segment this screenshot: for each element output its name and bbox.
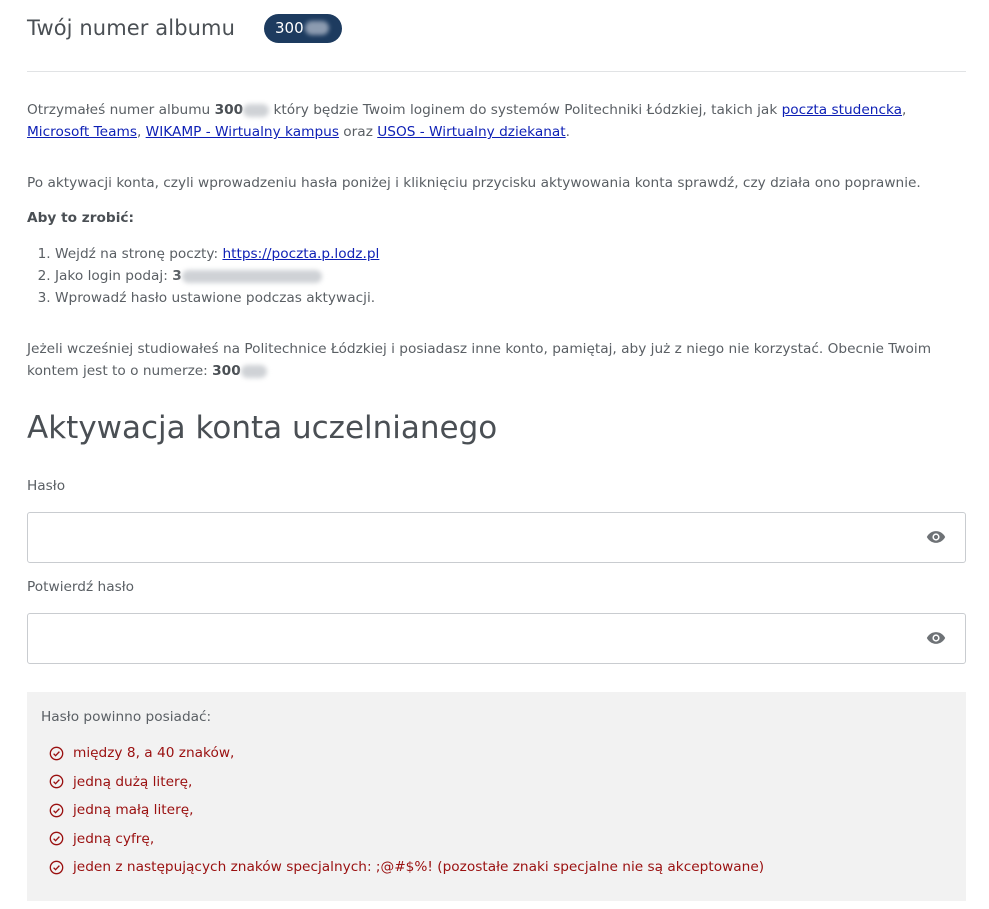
intro-text-2: który będzie Twoim loginem do systemów P… (269, 102, 782, 118)
intro-sep-3: oraz (338, 124, 378, 140)
eye-icon[interactable] (926, 529, 946, 545)
requirement-item: jedną dużą literę, (49, 768, 764, 797)
confirm-password-field-container (27, 613, 966, 664)
requirement-item: jedną cyfrę, (49, 825, 764, 854)
account-activation-page: Twój numer albumu 300 Otrzymałeś numer a… (0, 0, 989, 909)
step-2: Jako login podaj: 3 (55, 265, 379, 287)
check-circle-icon (49, 831, 64, 846)
check-circle-icon (49, 803, 64, 818)
step-3: Wprowadź hasło ustawione podczas aktywac… (55, 287, 379, 309)
check-info-paragraph: Po aktywacji konta, czyli wprowadzeniu h… (27, 175, 921, 191)
requirement-item: między 8, a 40 znaków, (49, 739, 764, 768)
requirement-text: jedną małą literę, (73, 802, 194, 819)
intro-sep-2: , (136, 124, 146, 140)
redacted-digits (304, 21, 329, 35)
check-circle-icon (49, 860, 64, 875)
steps-list: Wejdź na stronę poczty: https://poczta.p… (27, 243, 379, 309)
redacted-login (181, 269, 322, 283)
link-microsoft-teams[interactable]: Microsoft Teams (27, 124, 137, 140)
album-number-badge: 300 (264, 13, 342, 43)
redacted-digits (240, 364, 267, 378)
divider (27, 71, 966, 72)
previous-account-number: 300 (212, 363, 241, 379)
link-poczta-url[interactable]: https://poczta.p.lodz.pl (222, 246, 379, 262)
check-circle-icon (49, 774, 64, 789)
step-2-login: 3 (172, 268, 182, 284)
requirement-text: jeden z następujących znaków specjalnych… (73, 859, 765, 876)
redacted-digits (243, 103, 270, 117)
confirm-password-label: Potwierdź hasło (27, 579, 134, 595)
link-usos[interactable]: USOS - Wirtualny dziekanat (377, 124, 565, 140)
album-number-badge-text: 300 (275, 19, 304, 37)
activation-section-title: Aktywacja konta uczelnianego (27, 410, 498, 446)
password-input[interactable] (28, 513, 932, 560)
intro-end: . (565, 124, 571, 140)
step-1-text: Wejdź na stronę poczty: (55, 246, 223, 262)
eye-icon[interactable] (926, 630, 946, 646)
previous-account-text: Jeżeli wcześniej studiowałeś na Politech… (27, 341, 932, 379)
confirm-password-input[interactable] (28, 614, 932, 661)
requirements-list: między 8, a 40 znaków, jedną dużą literę… (49, 739, 764, 882)
link-wikamp[interactable]: WIKAMP - Wirtualny kampus (146, 124, 339, 140)
step-2-text: Jako login podaj: (55, 268, 173, 284)
password-field-container (27, 512, 966, 563)
password-label: Hasło (27, 478, 66, 494)
check-circle-icon (49, 746, 64, 761)
link-poczta-studencka[interactable]: poczta studencka (782, 102, 902, 118)
album-number-header: Twój numer albumu 300 (27, 10, 342, 46)
how-to-title: Aby to zrobić: (27, 210, 134, 226)
page-title: Twój numer albumu (27, 16, 235, 40)
requirement-text: między 8, a 40 znaków, (73, 745, 235, 762)
intro-album-number: 300 (214, 102, 244, 118)
intro-paragraph: Otrzymałeś numer albumu 300 który będzie… (27, 99, 962, 143)
requirement-text: jedną dużą literę, (73, 773, 193, 790)
requirement-text: jedną cyfrę, (73, 830, 155, 847)
requirements-title: Hasło powinno posiadać: (41, 709, 212, 725)
intro-sep-1: , (902, 102, 907, 118)
step-1: Wejdź na stronę poczty: https://poczta.p… (55, 243, 379, 265)
requirement-item: jeden z następujących znaków specjalnych… (49, 853, 764, 882)
intro-text-1: Otrzymałeś numer albumu (27, 102, 215, 118)
requirement-item: jedną małą literę, (49, 796, 764, 825)
previous-account-paragraph: Jeżeli wcześniej studiowałeś na Politech… (27, 338, 962, 382)
password-requirements-box: Hasło powinno posiadać: między 8, a 40 z… (27, 692, 966, 901)
